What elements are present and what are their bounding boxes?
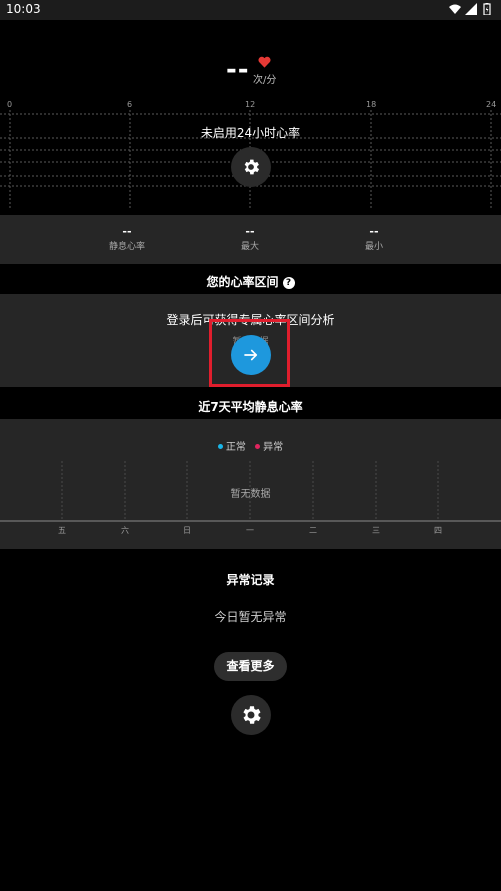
stat-max: -- 最大 xyxy=(210,225,290,253)
stat-resting-label: 静息心率 xyxy=(108,242,145,252)
enable-24h-settings-button[interactable] xyxy=(231,147,271,187)
x-tick-12: 12 xyxy=(245,100,256,109)
legend-normal: 正常 xyxy=(225,442,246,453)
highlight-box xyxy=(209,319,290,387)
chart-disabled-message: 未启用24小时心率 xyxy=(200,126,301,140)
stat-resting: -- 静息心率 xyxy=(87,225,167,253)
stat-resting-value: -- xyxy=(122,225,132,238)
heart-icon xyxy=(258,56,271,68)
x-tick-0: 0 xyxy=(7,100,13,109)
x-tick-24: 24 xyxy=(486,100,497,109)
wifi-icon xyxy=(449,4,461,14)
day-label-sun: 日 xyxy=(183,526,191,535)
resting-no-data: 暂无数据 xyxy=(230,489,271,500)
battery-icon xyxy=(483,3,491,15)
x-tick-6: 6 xyxy=(127,100,133,109)
legend-abnormal: 异常 xyxy=(263,442,284,453)
zone-title-text: 您的心率区间 xyxy=(206,275,279,289)
stat-max-label: 最大 xyxy=(240,242,259,252)
zone-section-title: 您的心率区间? xyxy=(0,273,501,290)
stat-min-label: 最小 xyxy=(364,242,383,252)
day-label-tue: 二 xyxy=(309,526,317,535)
x-tick-18: 18 xyxy=(366,100,377,109)
legend-normal-dot xyxy=(217,444,223,449)
gear-icon xyxy=(244,159,260,175)
status-icons xyxy=(449,3,493,15)
day-label-wed: 三 xyxy=(372,526,380,535)
legend-abnormal-dot xyxy=(255,444,261,449)
day-label-sat: 六 xyxy=(121,526,129,535)
day-label-mon: 一 xyxy=(246,526,254,535)
help-icon[interactable]: ? xyxy=(282,277,295,289)
stat-max-value: -- xyxy=(245,225,255,238)
resting-section-title: 近7天平均静息心率 xyxy=(198,400,303,414)
stat-min-value: -- xyxy=(369,225,379,238)
day-label-thu: 四 xyxy=(434,526,442,535)
resting-legend: 正常 异常 xyxy=(0,438,501,453)
abnormal-section-title: 异常记录 xyxy=(226,573,275,587)
heart-rate-unit: 次/分 xyxy=(253,75,277,86)
view-more-button[interactable]: 查看更多 xyxy=(214,652,287,681)
status-time: 10:03 xyxy=(6,2,41,16)
settings-button[interactable] xyxy=(231,695,271,735)
gear-icon xyxy=(243,706,261,724)
signal-icon xyxy=(465,3,477,15)
day-label-fri: 五 xyxy=(58,526,66,535)
heart-rate-value: -- xyxy=(226,55,250,85)
abnormal-message: 今日暂无异常 xyxy=(214,610,287,624)
status-bar xyxy=(0,0,501,20)
stat-min: -- 最小 xyxy=(334,225,414,253)
